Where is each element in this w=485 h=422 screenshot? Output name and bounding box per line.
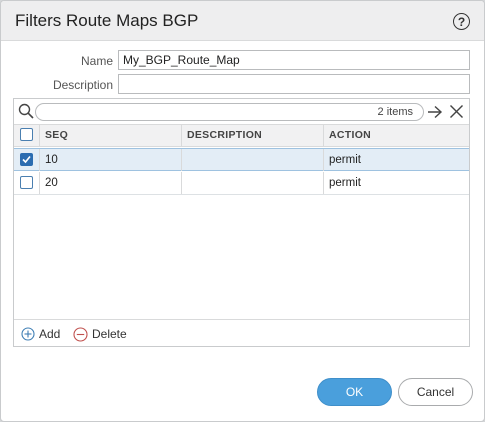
seq-grid: 2 items SEQ DESCRIPTION ACTION 10 permit… [13,98,470,347]
table-row[interactable]: 20 permit [14,172,469,195]
grid-header-row: SEQ DESCRIPTION ACTION [14,124,469,147]
route-map-dialog: Filters Route Maps BGP ? Name My_BGP_Rou… [0,0,485,422]
delete-button[interactable]: Delete [73,326,127,342]
plus-circle-icon [21,327,35,341]
items-count: 2 items [377,106,413,118]
search-input[interactable]: 2 items [35,103,424,121]
column-header-seq[interactable]: SEQ [40,125,182,146]
row-checkbox[interactable] [20,153,33,166]
grid-toolbar: 2 items [14,99,469,123]
ok-button[interactable]: OK [317,378,392,406]
cancel-button[interactable]: Cancel [398,378,473,406]
description-label: Description [52,78,113,92]
minus-circle-icon [73,326,88,342]
dialog-title: Filters Route Maps BGP [15,11,199,30]
help-icon[interactable]: ? [453,13,470,30]
action-cell: permit [329,177,361,189]
row-checkbox[interactable] [20,176,33,189]
close-icon[interactable] [449,104,464,119]
description-cell [182,149,324,171]
grid-footer: Add Delete [14,319,469,346]
name-label: Name [80,54,113,68]
select-all-cell [14,125,40,146]
row-checkbox-cell [14,149,40,171]
seq-cell[interactable]: 20 [40,172,182,194]
arrow-right-icon[interactable] [427,105,443,119]
search-icon[interactable] [18,103,34,119]
description-cell [182,172,324,194]
name-input[interactable]: My_BGP_Route_Map [118,50,470,70]
action-cell: permit [329,154,361,166]
checkmark-icon [22,155,31,164]
add-button[interactable]: Add [21,326,60,342]
seq-cell[interactable]: 10 [40,149,182,171]
row-checkbox-cell [14,172,40,194]
add-label: Add [39,327,61,341]
column-header-description[interactable]: DESCRIPTION [182,125,324,146]
delete-label: Delete [92,327,127,341]
select-all-checkbox[interactable] [20,128,33,141]
column-header-action[interactable]: ACTION [324,125,469,146]
table-row[interactable]: 10 permit [14,148,469,171]
description-input[interactable] [118,74,470,94]
dialog-titlebar: Filters Route Maps BGP ? [1,1,484,41]
